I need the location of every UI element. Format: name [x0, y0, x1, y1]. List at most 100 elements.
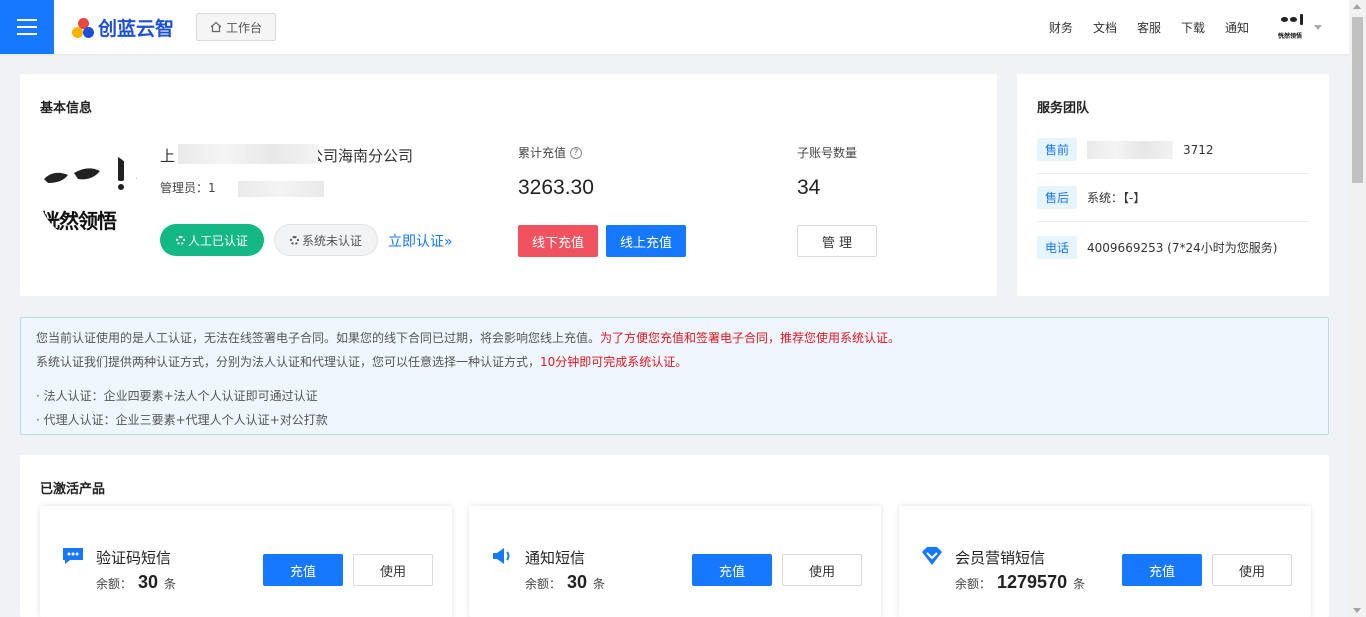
- service-row-presales: 售前 3712: [1037, 126, 1309, 174]
- recharge-button[interactable]: 充值: [692, 554, 772, 586]
- manage-button[interactable]: 管 理: [797, 225, 877, 257]
- product-balance: 余额： 1279570 条: [955, 572, 1085, 593]
- service-team-card: 服务团队 售前 3712 售后 系统：【-】 电话 4009669253 (7*…: [1017, 74, 1329, 296]
- manual-verified-label: 人工已认证: [187, 233, 248, 248]
- service-row-phone: 电话 4009669253 (7*24小时为您服务): [1037, 223, 1309, 271]
- service-team-title: 服务团队: [1037, 101, 1090, 116]
- avatar-caption: 恍然领悟: [1278, 33, 1303, 40]
- product-name: 通知短信: [525, 549, 586, 567]
- company-avatar: 恍然领悟: [40, 149, 140, 241]
- notice-line-2-highlight: 10分钟即可完成系统认证。: [540, 355, 688, 369]
- manual-verified-badge: 人工已认证: [160, 224, 264, 256]
- nav-notifications[interactable]: 通知: [1225, 19, 1249, 36]
- gear-icon: [289, 235, 299, 245]
- diamond-icon: [922, 547, 942, 565]
- notice-line-1-highlight: 为了方便您充值和签署电子合同，推荐您使用系统认证。: [600, 331, 901, 345]
- scrollbar-thumb[interactable]: [1352, 17, 1363, 183]
- balance-unit: 条: [164, 577, 177, 591]
- sub-accounts-value: 34: [797, 176, 821, 199]
- chat-bubble-icon: [63, 548, 83, 564]
- avatar-caption: 恍然领悟: [40, 209, 117, 233]
- recharge-button[interactable]: 充值: [1122, 554, 1202, 586]
- product-balance: 余额： 30 条: [96, 572, 176, 593]
- nav-finance[interactable]: 财务: [1049, 19, 1073, 36]
- user-menu[interactable]: 恍然领悟: [1276, 12, 1322, 42]
- megaphone-icon: [493, 548, 510, 564]
- workbench-label: 工作台: [225, 20, 262, 35]
- notice-line-2: 系统认证我们提供两种认证方式，分别为法人认证和代理认证，您可以任意选择一种认证方…: [36, 353, 687, 370]
- logo[interactable]: 创蓝云智: [72, 14, 174, 41]
- product-card-notification-sms: 通知短信 余额： 30 条 充值 使用: [469, 506, 881, 617]
- notice-line-3: · 法人认证：企业四要素+法人个人认证即可通过认证: [36, 389, 318, 403]
- basic-info-title: 基本信息: [40, 101, 93, 116]
- service-row-aftersales: 售后 系统：【-】: [1037, 174, 1309, 222]
- balance-label: 余额：: [96, 577, 133, 591]
- scroll-up-icon[interactable]: [1353, 4, 1361, 9]
- scroll-down-icon[interactable]: [1353, 608, 1361, 613]
- avatar: 恍然领悟: [1276, 12, 1308, 42]
- system-unverified-label: 系统未认证: [301, 233, 362, 248]
- redacted-block: [178, 144, 318, 164]
- system-unverified-badge: 系统未认证: [274, 224, 378, 256]
- nav-download[interactable]: 下载: [1181, 19, 1205, 36]
- menu-button[interactable]: [0, 0, 54, 54]
- activated-products-title: 已激活产品: [40, 482, 106, 497]
- sub-accounts-label: 子账号数量: [797, 146, 858, 160]
- top-nav: 财务 文档 客服 下载 通知: [1049, 0, 1249, 54]
- hamburger-icon: [17, 19, 37, 35]
- aftersales-value: 系统：【-】: [1087, 191, 1146, 205]
- online-recharge-button[interactable]: 线上充值: [606, 225, 686, 257]
- balance-value: 30: [138, 572, 159, 592]
- recharge-label-text: 累计充值: [518, 146, 567, 160]
- avatar-face-icon: [44, 151, 140, 190]
- presales-value: 3712: [1183, 142, 1214, 157]
- workbench-button[interactable]: 工作台: [196, 13, 276, 41]
- offline-recharge-button[interactable]: 线下充值: [518, 225, 598, 257]
- presales-tag: 售前: [1037, 138, 1078, 161]
- use-button[interactable]: 使用: [782, 554, 862, 586]
- balance-unit: 条: [593, 577, 606, 591]
- balance-label: 余额：: [525, 577, 562, 591]
- home-icon: [210, 21, 222, 33]
- recharge-label: 累计充值 ?: [518, 144, 583, 161]
- use-button[interactable]: 使用: [1212, 554, 1292, 586]
- logo-icon: [72, 16, 94, 40]
- logo-text: 创蓝云智: [98, 19, 175, 40]
- help-icon[interactable]: ?: [570, 146, 583, 159]
- admin-row: 管理员：1: [160, 179, 216, 196]
- admin-label: 管理员：: [160, 181, 209, 195]
- product-card-verification-sms: 验证码短信 余额： 30 条 充值 使用: [40, 506, 452, 617]
- basic-info-card: 基本信息 恍然领悟 上限公司海南分公司 管理员：1 人工已认证 系统未认证 立即…: [20, 74, 997, 296]
- nav-docs[interactable]: 文档: [1093, 19, 1117, 36]
- aftersales-tag: 售后: [1037, 186, 1078, 209]
- balance-value: 30: [567, 572, 588, 592]
- admin-value: 1: [208, 181, 216, 195]
- redacted-block: [1087, 140, 1174, 159]
- balance-unit: 条: [1073, 577, 1086, 591]
- vertical-scrollbar[interactable]: [1349, 0, 1366, 617]
- verification-notice: 您当前认证使用的是人工认证，无法在线签署电子合同。如果您的线下合同已过期，将会影…: [20, 317, 1329, 435]
- chevron-down-icon: [1314, 24, 1322, 30]
- recharge-value: 3263.30: [518, 176, 594, 199]
- use-button[interactable]: 使用: [353, 554, 433, 586]
- notice-line-2-text: 系统认证我们提供两种认证方式，分别为法人认证和代理认证，您可以任意选择一种认证方…: [36, 355, 541, 369]
- notice-line-1-text: 您当前认证使用的是人工认证，无法在线签署电子合同。如果您的线下合同已过期，将会影…: [36, 331, 601, 345]
- product-balance: 余额： 30 条: [525, 572, 605, 593]
- verify-now-link[interactable]: 立即认证»: [388, 231, 453, 251]
- phone-value: 4009669253 (7*24小时为您服务): [1087, 240, 1278, 255]
- balance-label: 余额：: [955, 577, 992, 591]
- redacted-block: [238, 181, 324, 197]
- gear-icon: [175, 235, 185, 245]
- top-bar: 创蓝云智 工作台 财务 文档 客服 下载 通知 恍然领悟: [0, 0, 1349, 54]
- recharge-button[interactable]: 充值: [263, 554, 343, 586]
- product-name: 会员营销短信: [955, 549, 1046, 567]
- notice-line-4: · 代理人认证：企业三要素+代理人个人认证+对公打款: [36, 413, 328, 427]
- balance-value: 1279570: [997, 572, 1068, 592]
- activated-products-card: 已激活产品 验证码短信 余额： 30 条 充值 使用 通知短信 余额： 30 条 充值 …: [20, 455, 1329, 617]
- phone-tag: 电话: [1037, 235, 1078, 259]
- company-name-prefix: 上: [160, 147, 176, 165]
- notice-line-1: 您当前认证使用的是人工认证，无法在线签署电子合同。如果您的线下合同已过期，将会影…: [36, 329, 900, 346]
- product-name: 验证码短信: [96, 549, 172, 567]
- nav-support[interactable]: 客服: [1137, 19, 1161, 36]
- product-card-marketing-sms: 会员营销短信 余额： 1279570 条 充值 使用: [899, 506, 1311, 617]
